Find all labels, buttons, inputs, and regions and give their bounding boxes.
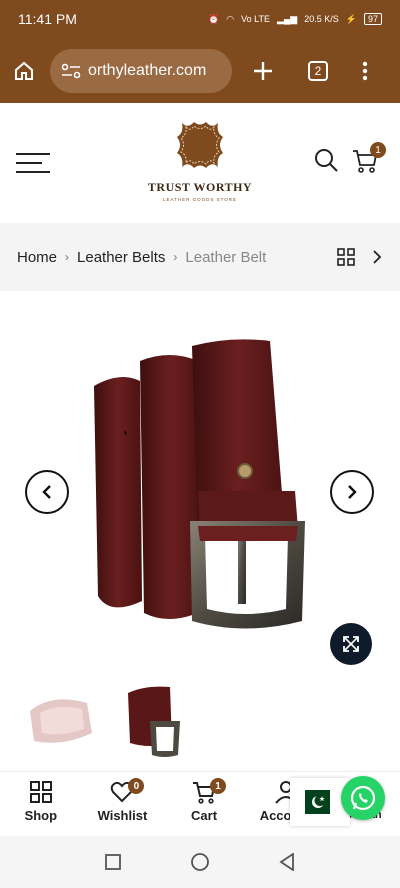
nav-wishlist-label: Wishlist	[97, 807, 148, 823]
chevron-right-icon: ›	[173, 250, 178, 264]
chevron-left-icon	[42, 485, 51, 499]
menu-icon[interactable]	[16, 153, 50, 175]
breadcrumb: Home › Leather Belts › Leather Belt	[0, 223, 400, 291]
wishlist-badge: 0	[128, 778, 145, 794]
search-icon[interactable]	[313, 147, 339, 173]
chevron-right-icon	[348, 485, 357, 499]
status-time: 11:41 PM	[18, 11, 77, 27]
plus-icon[interactable]	[252, 60, 274, 82]
pakistan-flag-icon	[296, 790, 330, 814]
next-product-icon[interactable]	[371, 250, 383, 264]
thumbnail-2[interactable]	[120, 681, 195, 763]
bottom-navigation: Shop Wishlist 0 Cart 1 Account Sautan	[0, 771, 400, 829]
speed-label: 20.5 K/S	[304, 14, 339, 24]
signal-icon: ▂▄▆	[277, 13, 298, 24]
more-icon[interactable]	[362, 61, 368, 81]
home-icon[interactable]	[12, 59, 36, 83]
home-circle-icon[interactable]	[190, 852, 210, 872]
whatsapp-icon	[350, 785, 376, 811]
tabs-count: 2	[308, 60, 328, 81]
site-header: TRUST WORTHY LEATHER GOODS STORE 1	[0, 103, 400, 223]
battery-level: 97	[363, 13, 382, 25]
breadcrumb-home[interactable]: Home	[17, 249, 57, 266]
nav-shop[interactable]: Shop	[0, 772, 82, 829]
status-bar: 11:41 PM ⏰ ◠ Vo LTE ▂▄▆ 20.5 K/S ⚡ 97	[0, 0, 400, 38]
system-navigation	[0, 836, 400, 888]
product-gallery	[0, 291, 400, 681]
tune-icon[interactable]	[60, 62, 82, 80]
status-icons: ⏰ ◠ Vo LTE ▂▄▆ 20.5 K/S ⚡ 97	[208, 13, 382, 25]
cart-badge: 1	[210, 778, 227, 794]
chevron-right-icon: ›	[65, 250, 70, 264]
logo-title: TRUST WORTHY	[147, 180, 253, 194]
zoom-button[interactable]	[330, 623, 372, 665]
recents-icon[interactable]	[104, 854, 121, 870]
back-icon[interactable]	[279, 853, 295, 871]
nav-shop-label: Shop	[24, 807, 58, 823]
grid-view-icon[interactable]	[337, 248, 355, 266]
header-cart-badge: 1	[370, 142, 386, 158]
whatsapp-button[interactable]	[341, 776, 385, 820]
grid-icon	[29, 780, 52, 803]
logo-subtitle: LEATHER GOODS STORE	[162, 197, 238, 202]
network-label: Vo LTE	[241, 14, 270, 24]
next-image-button[interactable]	[330, 470, 374, 514]
nav-wishlist[interactable]: Wishlist 0	[82, 772, 164, 829]
address-bar[interactable]: orthyleather.com	[50, 48, 232, 93]
store-logo[interactable]: TRUST WORTHY LEATHER GOODS STORE	[140, 117, 260, 209]
nav-cart-label: Cart	[191, 807, 218, 823]
wifi-icon: ◠	[226, 13, 235, 24]
product-image[interactable]	[80, 331, 320, 641]
leather-hide-icon	[177, 122, 223, 168]
thumbnail-1[interactable]	[22, 681, 97, 763]
expand-icon	[343, 636, 359, 652]
charging-icon: ⚡	[345, 13, 357, 24]
breadcrumb-current: Leather Belt	[185, 248, 267, 266]
nav-cart[interactable]: Cart 1	[163, 772, 245, 829]
alarm-icon: ⏰	[208, 13, 220, 24]
thumbnail-strip	[0, 681, 400, 771]
tabs-button[interactable]: 2	[308, 60, 328, 81]
url-text: orthyleather.com	[88, 61, 207, 79]
browser-toolbar: orthyleather.com 2	[0, 38, 400, 103]
breadcrumb-category[interactable]: Leather Belts	[77, 249, 165, 266]
prev-image-button[interactable]	[25, 470, 69, 514]
